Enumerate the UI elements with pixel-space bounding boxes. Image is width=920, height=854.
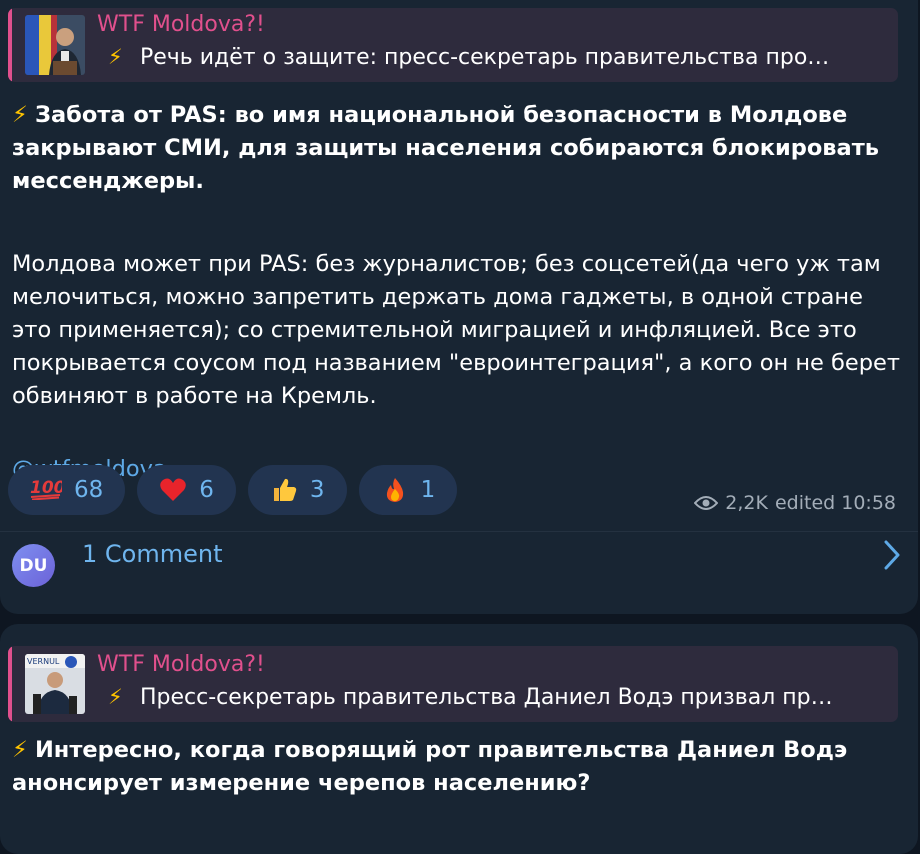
reaction-count: 6 (199, 477, 214, 503)
commenter-avatar: DU (12, 544, 55, 587)
reaction-heart[interactable]: 6 (137, 465, 236, 515)
comments-button[interactable]: DU 1 Comment (0, 532, 918, 594)
reply-accent-bar (8, 646, 12, 722)
post-body: ⚡ Забота от PAS: во имя национальной без… (12, 99, 907, 486)
reply-snippet: Речь идёт о защите: пресс-секретарь прав… (140, 45, 830, 70)
fire-icon (386, 478, 403, 502)
reaction-count: 68 (74, 477, 104, 503)
channel-post-1: WTF Moldova?! ⚡ Речь идёт о защите: прес… (0, 0, 918, 614)
edited-time: edited 10:58 (774, 492, 896, 514)
reaction-fire[interactable]: 1 (358, 465, 458, 515)
reply-thumbnail: VERNUL (25, 654, 85, 714)
thumbs-up-icon (273, 478, 297, 501)
lightning-icon: ⚡ (12, 737, 28, 763)
view-count: 2,2K (725, 492, 768, 514)
reply-accent-bar (8, 8, 12, 82)
eye-icon (694, 496, 719, 510)
lightning-icon: ⚡ (108, 45, 123, 69)
post-meta: 2,2K edited 10:58 (694, 492, 896, 514)
post-body: ⚡ Интересно, когда говорящий рот правите… (12, 734, 907, 800)
hundred-points-icon: 100 (30, 476, 66, 505)
reply-channel-name: WTF Moldova?! (97, 12, 265, 37)
headline-text: Забота от PAS: во имя национальной безоп… (12, 102, 879, 194)
red-heart-icon (160, 478, 187, 501)
reactions-bar: 100 68 6 3 1 (8, 465, 458, 515)
post-headline: ⚡ Забота от PAS: во имя национальной без… (12, 99, 907, 198)
chevron-right-icon (884, 540, 900, 570)
lightning-icon: ⚡ (108, 685, 123, 709)
reaction-thumbs-up[interactable]: 3 (247, 465, 347, 515)
reply-snippet: Пресс-секретарь правительства Даниел Вод… (140, 685, 833, 710)
post-headline: ⚡ Интересно, когда говорящий рот правите… (12, 734, 907, 800)
headline-text: Интересно, когда говорящий рот правитель… (12, 737, 848, 796)
thumbnail-caption: VERNUL (27, 657, 60, 666)
lightning-icon: ⚡ (12, 102, 28, 128)
reaction-count: 1 (420, 477, 436, 503)
channel-post-2: VERNUL WTF Moldova?! ⚡ Пресс-секретарь п… (0, 624, 918, 854)
reply-channel-name: WTF Moldova?! (97, 652, 265, 677)
reaction-hundred[interactable]: 100 68 (8, 465, 126, 515)
forwarded-reply-preview[interactable]: VERNUL WTF Moldova?! ⚡ Пресс-секретарь п… (8, 646, 898, 722)
reaction-count: 3 (309, 477, 325, 503)
post-paragraph: Молдова может при PAS: без журналистов; … (12, 251, 901, 409)
forwarded-reply-preview[interactable]: WTF Moldova?! ⚡ Речь идёт о защите: прес… (8, 8, 898, 82)
comments-label: 1 Comment (82, 540, 223, 568)
reply-thumbnail (25, 15, 85, 75)
